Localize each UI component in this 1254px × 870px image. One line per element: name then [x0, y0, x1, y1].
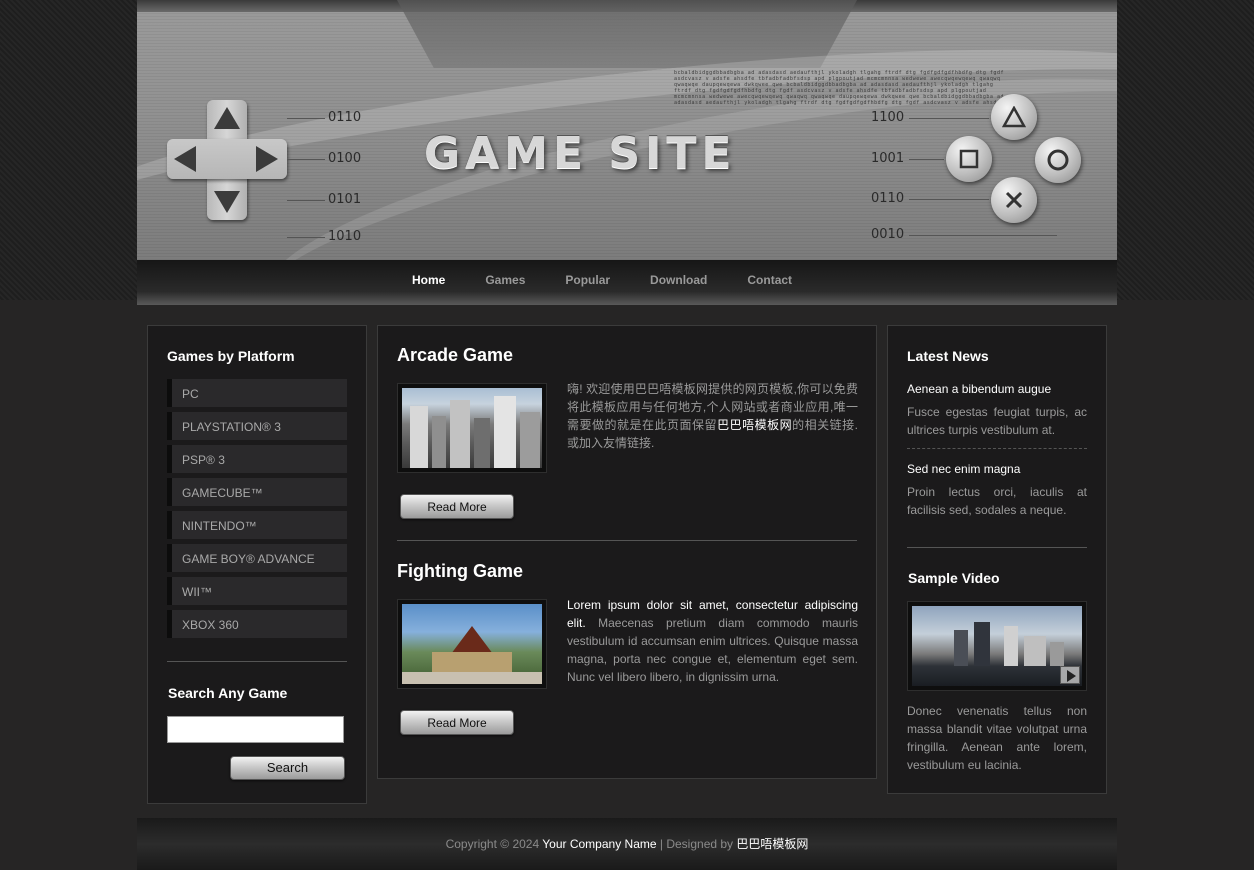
nav-contact[interactable]: Contact: [727, 273, 812, 287]
binary-line: [287, 237, 325, 238]
decorative-micro-text: bcbaldbidggdbbadbgba ad adasdasd aedauft…: [674, 70, 1004, 106]
sidebar-divider: [167, 661, 347, 662]
platform-list: PC PLAYSTATION® 3 PSP® 3 GAMECUBE™ NINTE…: [167, 379, 347, 643]
binary-label-right: 1001: [871, 151, 905, 166]
news-item-title[interactable]: Sed nec enim magna: [907, 462, 1020, 476]
binary-label-right: 0010: [871, 227, 905, 242]
news-item-body: Fusce egestas feugiat turpis, ac ultrice…: [907, 405, 1087, 437]
city-image: [402, 388, 542, 468]
post-title-arcade: Arcade Game: [397, 345, 514, 365]
video-thumbnail[interactable]: [907, 601, 1087, 691]
binary-label-left: 0110: [328, 110, 362, 125]
search-input[interactable]: [167, 716, 344, 743]
footer-designed-by: | Designed by: [659, 837, 734, 851]
temple-image: [402, 604, 542, 684]
skyline-image: [912, 606, 1082, 686]
binary-line: [909, 199, 989, 200]
platform-heading: Games by Platform: [167, 348, 295, 364]
binary-line: [909, 235, 1057, 236]
binary-label-right: 0110: [871, 191, 905, 206]
platform-item-nintendo[interactable]: NINTENDO™: [167, 511, 347, 539]
nav-download[interactable]: Download: [630, 273, 727, 287]
binary-line: [287, 159, 325, 160]
right-sidebar: Latest News Aenean a bibendum augue Fusc…: [887, 325, 1107, 794]
fighting-text-body: Maecenas pretium diam commodo mauris ves…: [567, 616, 858, 684]
binary-label-left: 0100: [328, 151, 362, 166]
site-link[interactable]: 巴巴唔模板网: [717, 418, 792, 432]
video-description: Donec venenatis tellus non massa blandit…: [907, 704, 1087, 772]
footer-company-link[interactable]: Your Company Name: [542, 837, 656, 851]
video-heading: Sample Video: [908, 570, 1000, 586]
platform-item-ps3[interactable]: PLAYSTATION® 3: [167, 412, 347, 440]
binary-line: [287, 118, 325, 119]
dpad-left-icon: [174, 146, 196, 172]
news-heading: Latest News: [907, 348, 989, 364]
footer-copyright: Copyright © 2024: [445, 837, 540, 851]
platform-item-psp[interactable]: PSP® 3: [167, 445, 347, 473]
platform-item-wii[interactable]: WII™: [167, 577, 347, 605]
news-item-body: Proin lectus orci, iaculis at facilisis …: [907, 485, 1087, 517]
play-icon[interactable]: [1060, 666, 1080, 684]
dpad-right-icon: [256, 146, 278, 172]
binary-line: [287, 200, 325, 201]
site-title: GAME SITE: [424, 128, 737, 179]
footer: Copyright © 2024 Your Company Name | Des…: [137, 818, 1117, 870]
header-banner: bcbaldbidggdbbadbgba ad adasdasd aedauft…: [137, 0, 1117, 260]
search-heading: Search Any Game: [168, 685, 288, 701]
search-button[interactable]: Search: [230, 756, 345, 780]
platform-item-pc[interactable]: PC: [167, 379, 347, 407]
read-more-button-fighting[interactable]: Read More: [400, 710, 514, 735]
fighting-thumbnail: [397, 599, 547, 689]
post-divider: [397, 540, 857, 541]
triangle-button-icon: [991, 94, 1037, 140]
platform-item-gamecube[interactable]: GAMECUBE™: [167, 478, 347, 506]
nav-games[interactable]: Games: [465, 273, 545, 287]
read-more-button-arcade[interactable]: Read More: [400, 494, 514, 519]
nav-popular[interactable]: Popular: [545, 273, 630, 287]
post-title-fighting: Fighting Game: [397, 561, 523, 581]
dpad-up-icon: [214, 107, 240, 129]
platform-item-gameboy[interactable]: GAME BOY® ADVANCE: [167, 544, 347, 572]
binary-line: [909, 118, 989, 119]
arcade-description: 嗨! 欢迎使用巴巴唔模板网提供的网页模板,你可以免费将此模板应用与任何地方,个人…: [567, 380, 858, 452]
binary-label-left: 1010: [328, 229, 362, 244]
sidebar-divider: [907, 547, 1087, 548]
main-content: Arcade Game 嗨! 欢迎使用巴巴唔模板网提供的网页模板,你可以免费将此…: [377, 325, 877, 779]
binary-label-right: 1100: [871, 110, 905, 125]
dpad-down-icon: [214, 191, 240, 213]
nav-home[interactable]: Home: [392, 273, 465, 287]
arcade-thumbnail: [397, 383, 547, 473]
circle-button-icon: [1035, 137, 1081, 183]
cross-button-icon: [991, 177, 1037, 223]
footer-designer-link[interactable]: 巴巴唔模板网: [736, 837, 808, 851]
binary-line: [909, 159, 944, 160]
news-divider: [907, 448, 1087, 449]
binary-label-left: 0101: [328, 192, 362, 207]
square-button-icon: [946, 136, 992, 182]
platform-item-xbox[interactable]: XBOX 360: [167, 610, 347, 638]
news-item-title[interactable]: Aenean a bibendum augue: [907, 382, 1051, 396]
main-navigation: Home Games Popular Download Contact: [137, 260, 1117, 305]
fighting-description: Lorem ipsum dolor sit amet, consectetur …: [567, 596, 858, 686]
page-wrapper: bcbaldbidggdbbadbgba ad adasdasd aedauft…: [137, 0, 1117, 870]
left-sidebar: Games by Platform PC PLAYSTATION® 3 PSP®…: [147, 325, 367, 804]
